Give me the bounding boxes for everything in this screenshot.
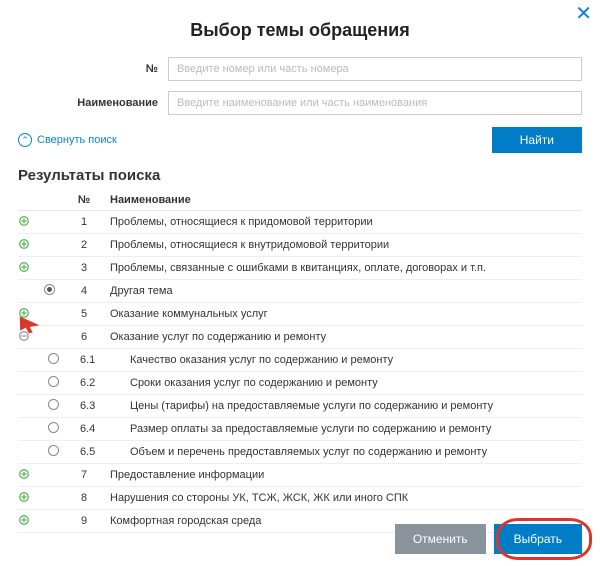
row-name: Объем и перечень предоставляемых услуг п… [104, 446, 582, 458]
row-number: 3 [64, 262, 104, 274]
expand-icon[interactable] [18, 238, 30, 250]
table-row[interactable]: 5Оказание коммунальных услуг [18, 303, 582, 326]
row-name: Другая тема [104, 285, 582, 297]
radio-option[interactable] [48, 399, 59, 410]
row-name: Предоставление информации [104, 469, 582, 481]
col-header-num: № [64, 194, 104, 206]
name-input[interactable] [168, 91, 582, 115]
collapse-search-link[interactable]: ⌃ Свернуть поиск [18, 133, 117, 147]
table-row[interactable]: 7Предоставление информации [18, 464, 582, 487]
row-name: Оказание коммунальных услуг [104, 308, 582, 320]
row-name: Цены (тарифы) на предоставляемые услуги … [104, 400, 582, 412]
row-name: Проблемы, относящиеся к придомовой терри… [104, 216, 582, 228]
expand-icon[interactable] [18, 468, 30, 480]
row-number: 7 [64, 469, 104, 481]
table-row[interactable]: 4Другая тема [18, 280, 582, 303]
form-row-number: № [18, 57, 582, 81]
row-number: 6.1 [64, 354, 104, 366]
results-title: Результаты поиска [18, 167, 582, 184]
row-number: 4 [64, 285, 104, 297]
radio-option[interactable] [44, 284, 55, 295]
number-input[interactable] [168, 57, 582, 81]
radio-option[interactable] [48, 422, 59, 433]
row-number: 6.4 [64, 423, 104, 435]
cancel-button[interactable]: Отменить [395, 524, 486, 554]
row-number: 1 [64, 216, 104, 228]
col-header-name: Наименование [104, 194, 582, 206]
row-name: Размер оплаты за предоставляемые услуги … [104, 423, 582, 435]
row-name: Нарушения со стороны УК, ТСЖ, ЖСК, ЖК ил… [104, 492, 582, 504]
table-row[interactable]: 2Проблемы, относящиеся к внутридомовой т… [18, 234, 582, 257]
expand-icon[interactable] [18, 261, 30, 273]
table-row[interactable]: 8Нарушения со стороны УК, ТСЖ, ЖСК, ЖК и… [18, 487, 582, 510]
row-name: Качество оказания услуг по содержанию и … [104, 354, 582, 366]
table-row-child[interactable]: 6.4Размер оплаты за предоставляемые услу… [18, 418, 582, 441]
name-label: Наименование [18, 97, 168, 109]
table-row[interactable]: 6Оказание услуг по содержанию и ремонту [18, 326, 582, 349]
collapse-icon[interactable] [18, 330, 30, 342]
row-number: 5 [64, 308, 104, 320]
collapse-label: Свернуть поиск [37, 134, 117, 146]
modal: ✕ Выбор темы обращения № Наименование ⌃ … [0, 0, 600, 551]
radio-option[interactable] [48, 376, 59, 387]
expand-icon[interactable] [18, 514, 30, 526]
number-label: № [18, 63, 168, 75]
close-icon[interactable]: ✕ [575, 4, 592, 24]
table-header: № Наименование [18, 190, 582, 211]
row-name: Проблемы, относящиеся к внутридомовой те… [104, 239, 582, 251]
table-row-child[interactable]: 6.2Сроки оказания услуг по содержанию и … [18, 372, 582, 395]
row-name: Оказание услуг по содержанию и ремонту [104, 331, 582, 343]
table-row[interactable]: 3Проблемы, связанные с ошибками в квитан… [18, 257, 582, 280]
table-row[interactable]: 1Проблемы, относящиеся к придомовой терр… [18, 211, 582, 234]
table-row-child[interactable]: 6.5Объем и перечень предоставляемых услу… [18, 441, 582, 464]
row-name: Проблемы, связанные с ошибками в квитанц… [104, 262, 582, 274]
radio-option[interactable] [48, 353, 59, 364]
row-number: 6 [64, 331, 104, 343]
table-row-child[interactable]: 6.3Цены (тарифы) на предоставляемые услу… [18, 395, 582, 418]
modal-title: Выбор темы обращения [18, 20, 582, 41]
expand-icon[interactable] [18, 215, 30, 227]
table-row-child[interactable]: 6.1Качество оказания услуг по содержанию… [18, 349, 582, 372]
radio-option[interactable] [48, 445, 59, 456]
expand-icon[interactable] [18, 307, 30, 319]
row-name: Сроки оказания услуг по содержанию и рем… [104, 377, 582, 389]
form-row-name: Наименование [18, 91, 582, 115]
find-button[interactable]: Найти [492, 127, 582, 153]
footer: Отменить Выбрать [395, 524, 582, 554]
search-actions: ⌃ Свернуть поиск Найти [18, 127, 582, 153]
row-number: 2 [64, 239, 104, 251]
row-number: 6.5 [64, 446, 104, 458]
expand-icon[interactable] [18, 491, 30, 503]
row-number: 8 [64, 492, 104, 504]
chevron-up-icon: ⌃ [18, 133, 32, 147]
select-button[interactable]: Выбрать [494, 524, 582, 554]
row-number: 6.2 [64, 377, 104, 389]
row-number: 9 [64, 515, 104, 527]
results-body: 1Проблемы, относящиеся к придомовой терр… [18, 211, 582, 533]
row-number: 6.3 [64, 400, 104, 412]
